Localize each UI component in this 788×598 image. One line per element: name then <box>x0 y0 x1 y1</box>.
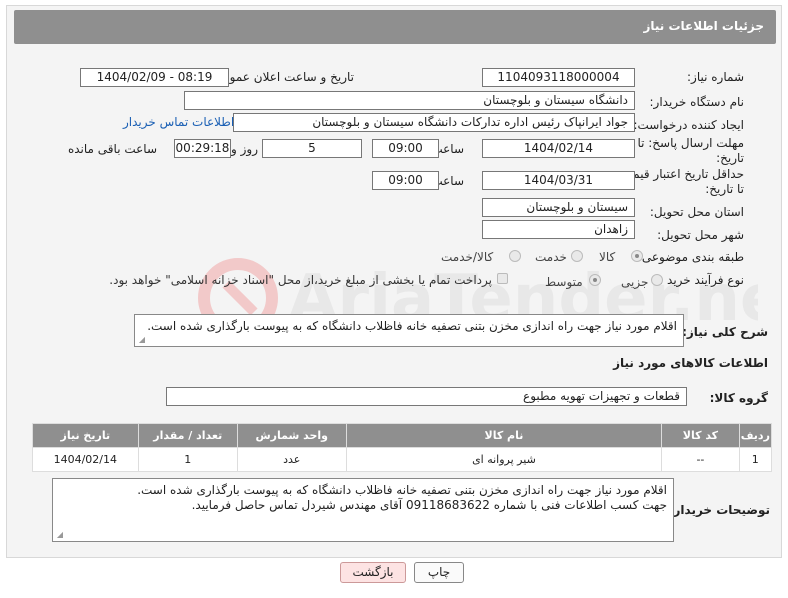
remaining-time-label: ساعت باقی مانده <box>67 142 157 156</box>
requester-field: جواد ایرانپاک رئیس اداره تداركات دانشگاه… <box>233 113 635 132</box>
col-unit: واحد شمارش <box>236 423 347 448</box>
goods-group-field: قطعات و تجهیزات تهویه مطبوع <box>166 387 687 406</box>
header-bar: جزئیات اطلاعات نیاز <box>14 10 776 44</box>
city-label: شهر محل تحویل: <box>657 228 744 242</box>
buyer-contact-link[interactable]: اطلاعات تماس خریدار <box>123 115 234 129</box>
goods-group-label: گروه کالا: <box>709 391 768 405</box>
buyer-org-label: نام دستگاه خریدار: <box>649 95 745 109</box>
requester-label: ایجاد کننده درخواست: <box>633 118 744 132</box>
back-button[interactable]: بازگشت <box>340 562 406 583</box>
buyer-notes-line-2: جهت کسب اطلاعات فنی با شماره 09118683622… <box>191 498 667 512</box>
buyer-notes-textarea: اقلام مورد نیاز جهت راه اندازی مخزن بتنی… <box>52 478 674 542</box>
treasury-checkbox[interactable] <box>497 273 508 284</box>
description-text: اقلام مورد نیاز جهت راه اندازی مخزن بتنی… <box>147 319 677 333</box>
items-table: ردیف کد کالا نام کالا واحد شمارش تعداد /… <box>32 423 773 472</box>
cell-row: 1 <box>738 447 773 472</box>
col-code: کد کالا <box>661 423 740 448</box>
purchase-radio-minor[interactable] <box>651 274 663 286</box>
cell-name: شیر پروانه ای <box>345 447 663 472</box>
col-quantity: تعداد / مقدار <box>137 423 238 448</box>
table-header-row: ردیف کد کالا نام کالا واحد شمارش تعداد /… <box>32 423 773 448</box>
category-option-goods-service: کالا/خدمت <box>441 250 494 264</box>
treasury-note: پرداخت تمام یا بخشی از مبلغ خرید،از محل … <box>109 273 492 287</box>
resize-grip-icon[interactable]: ◢ <box>55 531 63 539</box>
city-field: زاهدان <box>482 220 635 239</box>
response-time-field: 09:00 <box>372 139 439 158</box>
cell-date: 1404/02/14 <box>32 447 139 472</box>
resize-grip-icon[interactable]: ◢ <box>137 336 145 344</box>
col-name: نام کالا <box>345 423 663 448</box>
col-row: ردیف <box>738 423 773 448</box>
announce-datetime-label: تاریخ و ساعت اعلان عمومی: <box>209 70 354 84</box>
need-number-label: شماره نیاز: <box>687 70 744 84</box>
purchase-option-minor: جزیی <box>621 275 649 289</box>
category-label: طبقه بندی موضوعی: <box>637 250 744 264</box>
cell-code: -- <box>661 447 740 472</box>
days-label: روز و <box>231 142 258 156</box>
response-date-field: 1404/02/14 <box>482 139 635 158</box>
description-label: شرح کلی نیاز: <box>682 325 768 339</box>
description-textarea: اقلام مورد نیاز جهت راه اندازی مخزن بتنی… <box>134 314 684 347</box>
price-time-field: 09:00 <box>372 171 439 190</box>
buyer-org-field: دانشگاه سیستان و بلوچستان <box>184 91 635 110</box>
buyer-notes-label: توضیحات خریدار: <box>668 503 770 517</box>
col-date: تاریخ نیاز <box>32 423 139 448</box>
announce-datetime-field: 1404/02/09 - 08:19 <box>80 68 229 87</box>
buyer-notes-line-1: اقلام مورد نیاز جهت راه اندازی مخزن بتنی… <box>137 483 667 497</box>
category-option-service: خدمت <box>535 250 567 264</box>
category-radio-goods-service[interactable] <box>509 250 521 262</box>
print-button[interactable]: چاپ <box>414 562 464 583</box>
goods-info-title: اطلاعات کالاهای مورد نیاز <box>613 356 768 370</box>
cell-quantity: 1 <box>137 447 238 472</box>
purchase-radio-medium[interactable] <box>589 274 601 286</box>
category-option-goods: کالا <box>599 250 616 264</box>
province-label: استان محل تحویل: <box>649 205 744 219</box>
table-row: 1 -- شیر پروانه ای عدد 1 1404/02/14 <box>32 447 773 472</box>
purchase-type-label: نوع فرآیند خرید : <box>659 273 744 287</box>
purchase-option-medium: متوسط <box>545 275 583 289</box>
category-radio-service[interactable] <box>571 250 583 262</box>
days-field: 5 <box>262 139 362 158</box>
need-number-field: 1104093118000004 <box>482 68 635 87</box>
cell-unit: عدد <box>236 447 347 472</box>
remaining-time-field: 00:29:18 <box>174 139 231 158</box>
category-radio-goods[interactable] <box>631 250 643 262</box>
page-title: جزئیات اطلاعات نیاز <box>643 19 764 33</box>
response-deadline-label: مهلت ارسال پاسخ: تا تاریخ: <box>637 136 744 165</box>
province-field: سیستان و بلوچستان <box>482 198 635 217</box>
price-date-field: 1404/03/31 <box>482 171 635 190</box>
